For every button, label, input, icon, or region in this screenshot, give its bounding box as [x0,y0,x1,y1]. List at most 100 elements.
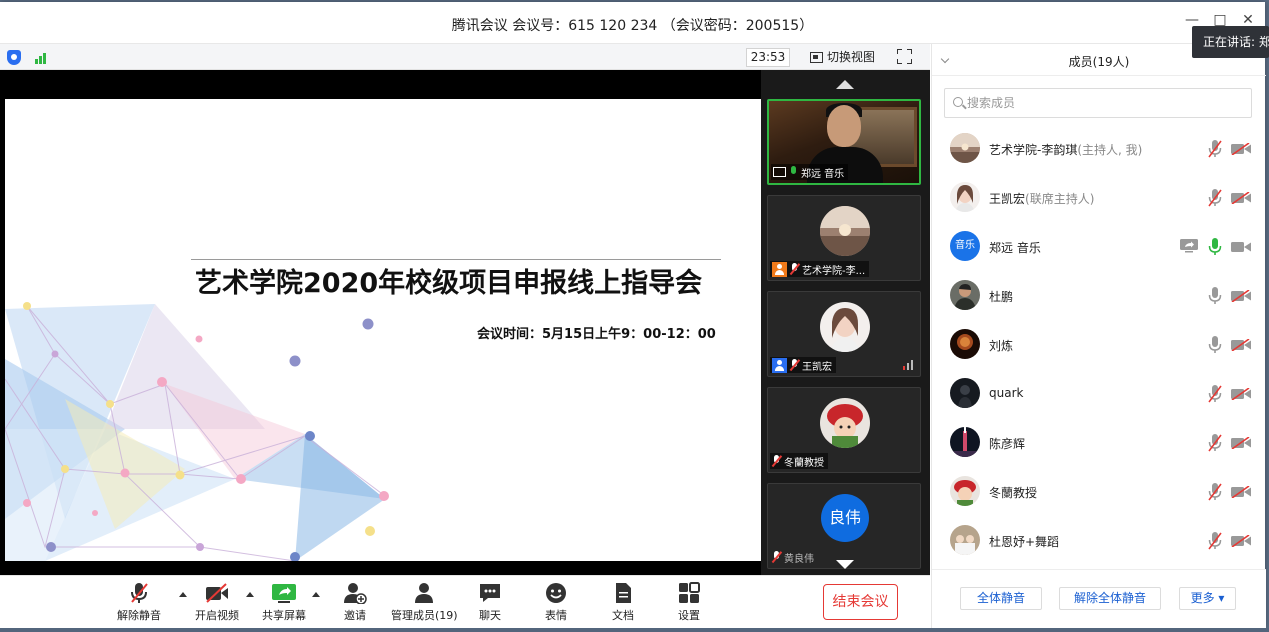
video-tile[interactable]: 良伟 黄良伟 [767,483,921,569]
settings-button[interactable]: 设置 [677,582,701,626]
network-signal-icon[interactable] [35,51,49,64]
member-avatar [950,329,980,359]
member-name-line: 刘炼 [989,339,1014,353]
meeting-timer: 23:53 [746,48,790,67]
mic-muted-icon[interactable] [1208,140,1222,158]
video-tile-name: 郑远 音乐 [801,168,845,180]
camera-off-icon[interactable] [1231,191,1251,205]
audio-options-caret-icon[interactable] [179,592,187,597]
mic-muted-icon[interactable] [1208,385,1222,403]
avatar [820,302,870,352]
docs-button[interactable]: 文档 [611,582,635,626]
mic-muted-icon[interactable] [1208,483,1222,501]
member-row[interactable]: 杜恩妤+舞蹈 [932,516,1266,565]
mic-muted-icon [772,551,781,563]
video-tile[interactable]: 郑远 音乐 [767,99,921,185]
mic-muted-icon [790,359,799,371]
video-tile-nameplate: 郑远 音乐 [771,164,849,180]
member-name-line: 陈彦辉 [989,437,1026,451]
end-meeting-button[interactable]: 结束会议 [823,584,898,620]
bottom-toolbar: 解除静音 开启视频 共享屏幕 邀请 管理成员(19) 聊天 表情 文档 设置 结… [0,575,930,628]
camera-off-icon[interactable] [1231,289,1251,303]
security-shield-icon[interactable] [7,50,21,65]
member-name-line: 杜鹏 [989,290,1014,304]
screen-share-icon [773,167,786,177]
more-button[interactable]: 更多 ▾ [1179,587,1236,610]
camera-off-icon[interactable] [1231,436,1251,450]
mic-muted-icon[interactable] [1208,532,1222,550]
person-icon [772,357,787,373]
avatar: 良伟 [821,494,869,542]
mic-off-icon[interactable] [1208,336,1222,354]
invite-button[interactable]: 邀请 [343,582,367,626]
video-tile-name: 黄良伟 [784,553,814,565]
members-panel: 成员(19人) 艺术学院-李韵琪(主持人, 我) 王凯宏(联席主持人) 音乐 郑… [931,44,1266,628]
camera-off-icon[interactable] [1231,338,1251,352]
member-row[interactable]: 冬蘭教授 [932,467,1266,516]
member-row[interactable]: 王凯宏(联席主持人) [932,173,1266,222]
camera-off-icon[interactable] [1231,485,1251,499]
member-name-line: quark [989,386,1024,400]
mute-all-button[interactable]: 全体静音 [960,587,1042,610]
person-icon [772,261,787,277]
video-strip: 郑远 音乐 艺术学院-李... 王凯宏 冬蘭教授 良伟 黄良伟 [761,70,930,575]
member-row[interactable]: quark [932,369,1266,418]
video-tile[interactable]: 艺术学院-李... [767,195,921,281]
video-tile[interactable]: 王凯宏 [767,291,921,377]
meeting-area: 23:53 切换视图 艺术学院2020年校级项目申报线上指导会 会议时间：5月1… [0,44,930,575]
speaking-tooltip: 正在讲话: 郑 [1192,26,1269,58]
mic-muted-icon[interactable] [1208,189,1222,207]
share-screen-icon [272,582,296,604]
member-row[interactable]: 陈彦辉 [932,418,1266,467]
mic-on-icon [789,166,798,178]
meeting-window: 腾讯会议 会议号：615 120 234 （会议密码：200515） — □ ✕… [0,2,1266,628]
emoji-button[interactable]: 表情 [544,582,568,626]
member-row[interactable]: 刘炼 [932,320,1266,369]
members-icon [412,582,436,604]
mic-muted-icon [790,263,799,275]
unmute-button[interactable]: 解除静音 [117,582,161,626]
camera-off-icon[interactable] [1231,142,1251,156]
member-name-line: 郑远 音乐 [989,241,1041,255]
scroll-down-arrow-icon[interactable] [836,560,854,569]
start-video-button[interactable]: 开启视频 [195,582,239,626]
member-avatar: 音乐 [950,231,980,261]
member-avatar [950,280,980,310]
camera-off-icon[interactable] [1231,534,1251,548]
member-search-box[interactable] [944,88,1252,118]
manage-members-button[interactable]: 管理成员(19) [391,582,458,626]
title-bar: 腾讯会议 会议号：615 120 234 （会议密码：200515） — □ ✕ [0,2,1265,44]
member-row[interactable]: 艺术学院-李韵琪(主持人, 我) [932,124,1266,173]
member-name-line: 王凯宏(联席主持人) [989,192,1095,206]
member-avatar [950,525,980,555]
member-search-input[interactable] [967,94,1237,112]
switch-view-icon [810,52,823,63]
unmute-all-button[interactable]: 解除全体静音 [1059,587,1161,610]
scroll-up-arrow-icon[interactable] [836,80,854,89]
add-user-icon [343,582,367,605]
share-options-caret-icon[interactable] [312,592,320,597]
video-options-caret-icon[interactable] [246,592,254,597]
avatar [820,206,870,256]
member-row[interactable]: 音乐 郑远 音乐 [932,222,1266,271]
shared-screen-slide: 艺术学院2020年校级项目申报线上指导会 会议时间：5月15日上午9：00-12… [5,99,761,561]
member-row[interactable]: 杜鹏 [932,271,1266,320]
camera-icon[interactable] [1231,241,1251,253]
share-screen-button[interactable]: 共享屏幕 [262,582,306,626]
camera-off-icon [205,582,229,604]
avatar [820,398,870,448]
switch-view-button[interactable]: 切换视图 [810,48,875,67]
signal-strength-icon [903,360,914,370]
camera-off-icon[interactable] [1231,387,1251,401]
mic-on-icon[interactable] [1208,238,1222,256]
member-avatar [950,476,980,506]
mic-off-icon[interactable] [1208,287,1222,305]
chat-button[interactable]: 聊天 [478,582,502,626]
member-name-line: 杜恩妤+舞蹈 [989,535,1060,549]
fullscreen-icon[interactable] [897,49,912,64]
video-tile[interactable]: 冬蘭教授 [767,387,921,473]
emoji-icon [544,582,568,604]
video-tile-name: 王凯宏 [802,361,832,373]
mic-muted-icon[interactable] [1208,434,1222,452]
video-tile-nameplate: 黄良伟 [770,549,818,565]
